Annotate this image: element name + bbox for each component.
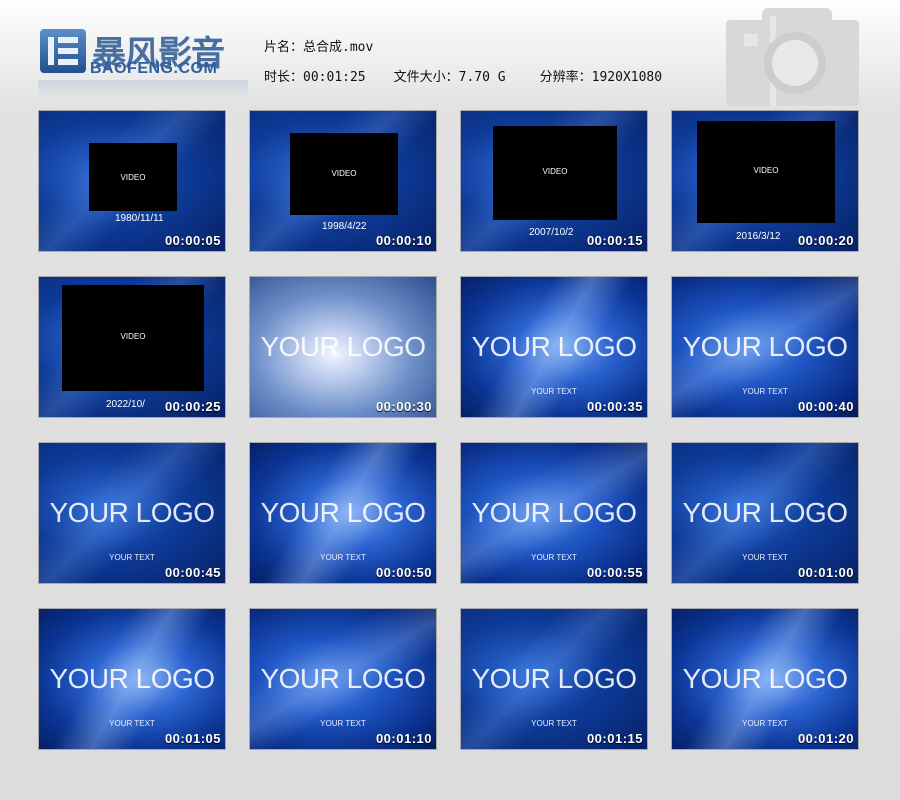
brand-name-en: BAOFENG.COM <box>90 60 218 77</box>
timestamp-label: 00:00:50 <box>375 565 432 580</box>
subtitle-placeholder-text: YOUR TEXT <box>742 719 788 728</box>
title-value: 总合成.mov <box>303 40 374 55</box>
logo-placeholder-text: YOUR LOGO <box>471 497 637 528</box>
video-placeholder: VIDEO <box>697 121 835 223</box>
timestamp-label: 00:00:05 <box>164 233 221 248</box>
subtitle-placeholder-text: YOUR TEXT <box>742 553 788 562</box>
timestamp-label: 00:01:05 <box>164 731 221 746</box>
header: 暴风影音 BAOFENG.COM 片名：总合成.mov 时长：00:01:25 文… <box>0 0 900 106</box>
thumbnail[interactable]: YOUR LOGO YOUR TEXT 00:00:50 <box>249 442 437 584</box>
subtitle-placeholder-text: YOUR TEXT <box>109 719 155 728</box>
timestamp-label: 00:01:00 <box>797 565 854 580</box>
thumbnail[interactable]: YOUR LOGO YOUR TEXT 00:01:05 <box>38 608 226 750</box>
baofeng-logo: 暴风影音 BAOFENG.COM <box>38 26 248 98</box>
thumbnail[interactable]: YOUR LOGO YOUR TEXT 00:00:35 <box>460 276 648 418</box>
thumbnail[interactable]: VIDEO 2016/3/12 00:00:20 <box>671 110 859 252</box>
size-value: 7.70 G <box>458 70 506 85</box>
date-label: 2022/10/ <box>106 399 145 410</box>
video-placeholder-label: VIDEO <box>331 169 357 179</box>
subtitle-placeholder-text: YOUR TEXT <box>531 553 577 562</box>
timestamp-label: 00:00:45 <box>164 565 221 580</box>
subtitle-placeholder-text: YOUR TEXT <box>531 387 577 396</box>
timestamp-label: 00:01:20 <box>797 731 854 746</box>
subtitle-placeholder-text: YOUR TEXT <box>320 553 366 562</box>
subtitle-placeholder-text: YOUR TEXT <box>320 719 366 728</box>
timestamp-label: 00:00:55 <box>586 565 643 580</box>
date-label: 2007/10/2 <box>529 227 574 238</box>
thumbnail[interactable]: VIDEO 2007/10/2 00:00:15 <box>460 110 648 252</box>
thumbnail[interactable]: YOUR LOGO YOUR TEXT 00:00:40 <box>671 276 859 418</box>
timestamp-label: 00:00:40 <box>797 399 854 414</box>
subtitle-placeholder-text: YOUR TEXT <box>742 387 788 396</box>
subtitle-placeholder-text: YOUR TEXT <box>531 719 577 728</box>
video-placeholder-label: VIDEO <box>120 331 146 341</box>
thumbnail[interactable]: YOUR LOGO YOUR TEXT 00:00:55 <box>460 442 648 584</box>
video-placeholder: VIDEO <box>89 143 177 211</box>
logo-placeholder-text: YOUR LOGO <box>260 497 426 528</box>
timestamp-label: 00:00:25 <box>164 399 221 414</box>
thumbnail[interactable]: YOUR LOGO 00:00:30 <box>249 276 437 418</box>
title-label: 片名： <box>264 40 304 55</box>
camera-icon <box>726 8 859 106</box>
timestamp-label: 00:00:10 <box>375 233 432 248</box>
timestamp-label: 00:01:10 <box>375 731 432 746</box>
logo-placeholder-text: YOUR LOGO <box>471 331 637 362</box>
duration-label: 时长： <box>264 70 304 85</box>
video-placeholder: VIDEO <box>62 285 204 391</box>
timestamp-label: 00:01:15 <box>586 731 643 746</box>
logo-placeholder-text: YOUR LOGO <box>682 497 848 528</box>
thumbnail[interactable]: YOUR LOGO YOUR TEXT 00:00:45 <box>38 442 226 584</box>
video-placeholder-label: VIDEO <box>120 172 146 182</box>
logo-placeholder-text: YOUR LOGO <box>49 663 215 694</box>
logo-reflection <box>38 80 248 98</box>
info-meta-row: 时长：00:01:25 文件大小：7.70 G 分辨率：1920X1080 <box>264 66 662 85</box>
date-label: 2016/3/12 <box>736 231 781 242</box>
resolution-label: 分辨率： <box>539 70 592 85</box>
logo-placeholder-text: YOUR LOGO <box>260 663 426 694</box>
date-label: 1980/11/11 <box>115 213 164 224</box>
duration-value: 00:01:25 <box>303 70 366 85</box>
timestamp-label: 00:00:35 <box>586 399 643 414</box>
thumbnail[interactable]: YOUR LOGO YOUR TEXT 00:01:00 <box>671 442 859 584</box>
subtitle-placeholder-text: YOUR TEXT <box>109 553 155 562</box>
date-label: 1998/4/22 <box>322 221 367 232</box>
thumbnail[interactable]: YOUR LOGO YOUR TEXT 00:01:15 <box>460 608 648 750</box>
thumbnail[interactable]: YOUR LOGO YOUR TEXT 00:01:20 <box>671 608 859 750</box>
info-title-row: 片名：总合成.mov <box>264 36 373 55</box>
thumbnail[interactable]: VIDEO 1980/11/11 00:00:05 <box>38 110 226 252</box>
baofeng-logo-icon <box>40 29 86 73</box>
video-placeholder: VIDEO <box>493 126 617 220</box>
timestamp-label: 00:00:15 <box>586 233 643 248</box>
video-placeholder-label: VIDEO <box>542 167 568 177</box>
thumbnail[interactable]: VIDEO 2022/10/00:00:25 <box>38 276 226 418</box>
logo-placeholder-text: YOUR LOGO <box>260 331 426 362</box>
size-label: 文件大小： <box>393 70 459 85</box>
logo-placeholder-text: YOUR LOGO <box>682 331 848 362</box>
video-placeholder: VIDEO <box>290 133 398 215</box>
thumbnail[interactable]: VIDEO 1998/4/22 00:00:10 <box>249 110 437 252</box>
timestamp-label: 00:00:20 <box>797 233 854 248</box>
logo-placeholder-text: YOUR LOGO <box>682 663 848 694</box>
resolution-value: 1920X1080 <box>591 70 663 85</box>
logo-placeholder-text: YOUR LOGO <box>471 663 637 694</box>
video-placeholder-label: VIDEO <box>753 165 779 175</box>
thumbnail[interactable]: YOUR LOGO YOUR TEXT 00:01:10 <box>249 608 437 750</box>
timestamp-label: 00:00:30 <box>375 399 432 414</box>
logo-placeholder-text: YOUR LOGO <box>49 497 215 528</box>
